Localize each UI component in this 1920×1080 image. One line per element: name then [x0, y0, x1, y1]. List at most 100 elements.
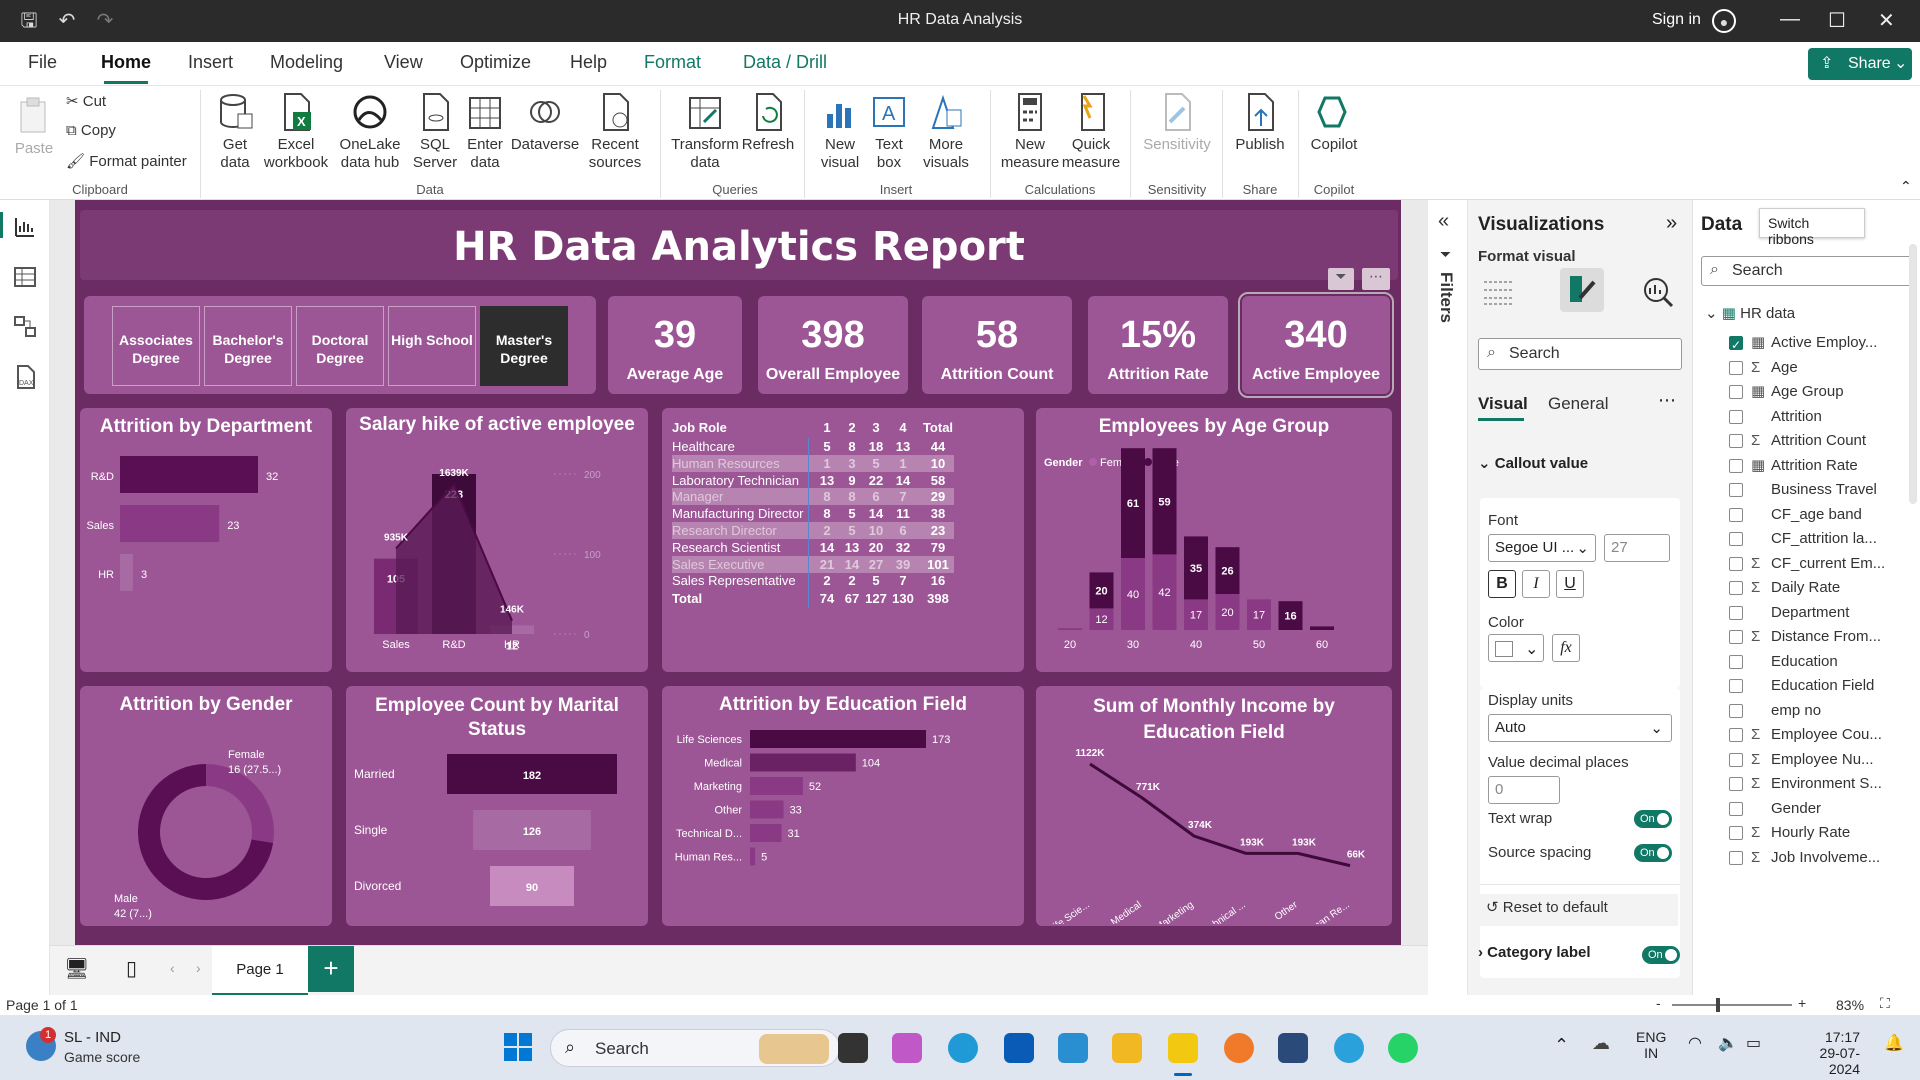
add-page-button[interactable]: +	[308, 946, 354, 992]
enter-data-button[interactable]: Enter data	[462, 92, 508, 172]
more-options-icon[interactable]: ⋯	[1658, 390, 1676, 411]
next-page-icon[interactable]: ›	[196, 960, 201, 976]
attrition-by-gender-card[interactable]: Attrition by Gender Female 16 (27.5...) Ma…	[80, 686, 332, 926]
field-item[interactable]: ▦ Active Employ...	[1729, 332, 1915, 356]
bold-button[interactable]: B	[1488, 570, 1516, 598]
language-indicator[interactable]: ENG IN	[1636, 1029, 1666, 1061]
jupyter-icon[interactable]	[1224, 1033, 1254, 1063]
wifi-icon[interactable]: ◠	[1688, 1033, 1702, 1053]
new-measure-button[interactable]: New measure	[1000, 92, 1060, 172]
callout-value-section[interactable]: ⌄ Callout value	[1478, 454, 1588, 472]
field-checkbox[interactable]	[1729, 434, 1743, 448]
italic-button[interactable]: I	[1522, 570, 1550, 598]
menu-view[interactable]: View	[384, 52, 423, 73]
field-checkbox[interactable]	[1729, 777, 1743, 791]
text-box-button[interactable]: A Text box	[866, 92, 912, 172]
more-visuals-button[interactable]: More visuals	[914, 92, 978, 172]
field-item[interactable]: Business Travel	[1729, 479, 1915, 501]
field-checkbox[interactable]	[1729, 581, 1743, 595]
matrix-header-cell[interactable]: 1	[817, 420, 837, 435]
paste-button[interactable]: Paste	[12, 96, 56, 158]
format-painter-button[interactable]: 🖌 Format painter	[66, 152, 187, 170]
field-checkbox[interactable]	[1729, 532, 1743, 546]
menu-help[interactable]: Help	[570, 52, 607, 73]
underline-button[interactable]: U	[1556, 570, 1584, 598]
publish-button[interactable]: Publish	[1230, 92, 1290, 154]
field-checkbox[interactable]	[1729, 556, 1743, 571]
display-units-select[interactable]: Auto ⌄	[1488, 714, 1672, 742]
field-item[interactable]: Education	[1729, 651, 1915, 673]
monthly-income-card[interactable]: Sum of Monthly Income by Education Field…	[1036, 686, 1392, 926]
attrition-by-department-card[interactable]: Attrition by Department R&D 32 Sales 23 HR 3	[80, 408, 332, 672]
zoom-slider[interactable]	[1672, 1004, 1792, 1006]
matrix-header-cell[interactable]: Total	[920, 420, 956, 435]
field-item[interactable]: CF_age band	[1729, 504, 1915, 526]
file-explorer-icon[interactable]	[1112, 1033, 1142, 1063]
field-item[interactable]: Gender	[1729, 798, 1915, 820]
kpi-card-average-age[interactable]: 39 Average Age	[608, 296, 742, 394]
job-role-matrix-card[interactable]: Job Role1234TotalHealthcare Representati…	[662, 408, 1024, 672]
color-picker[interactable]: ⌄	[1488, 634, 1544, 662]
field-item[interactable]: Σ CF_current Em...	[1729, 553, 1915, 575]
dax-query-view-icon[interactable]: DAX	[12, 364, 38, 390]
table-hr-data[interactable]: ⌄ ▦ HR data	[1705, 304, 1795, 322]
field-item[interactable]: CF_attrition la...	[1729, 528, 1915, 550]
quick-measure-button[interactable]: Quick measure	[1060, 92, 1122, 172]
category-label-section[interactable]: › Category label	[1478, 944, 1591, 961]
field-item[interactable]: Σ Employee Cou...	[1729, 724, 1915, 746]
more-options-icon[interactable]: ⋯	[1362, 268, 1390, 290]
power-bi-icon[interactable]	[1168, 1033, 1198, 1063]
field-checkbox[interactable]	[1729, 483, 1743, 497]
decimal-places-stepper[interactable]: 0	[1488, 776, 1560, 804]
close-icon[interactable]: ✕	[1878, 8, 1895, 33]
zoom-in-icon[interactable]: +	[1798, 995, 1806, 1011]
taskbar-search[interactable]: ⌕ Search	[550, 1029, 840, 1067]
get-data-button[interactable]: Get data	[210, 92, 260, 172]
matrix-header-cell[interactable]: Job Role	[672, 420, 812, 435]
field-checkbox[interactable]	[1729, 850, 1743, 865]
desktop-layout-icon[interactable]: 🖥	[64, 956, 89, 981]
field-checkbox[interactable]	[1729, 409, 1743, 424]
sign-in-link[interactable]: Sign in	[1652, 11, 1701, 29]
field-checkbox[interactable]	[1729, 728, 1743, 742]
field-checkbox[interactable]	[1729, 385, 1743, 399]
refresh-button[interactable]: Refresh	[740, 92, 796, 154]
excel-workbook-button[interactable]: X Excel workbook	[262, 92, 330, 172]
menu-format[interactable]: Format	[644, 52, 701, 73]
share-button[interactable]: ⇪ Share ⌄	[1808, 48, 1912, 80]
filters-strip[interactable]: « ⏷ Filters	[1428, 200, 1468, 995]
field-checkbox[interactable]	[1729, 605, 1743, 620]
field-checkbox[interactable]	[1729, 507, 1743, 522]
fit-to-page-icon[interactable]: ⛶	[1880, 995, 1890, 1012]
field-item[interactable]: Σ Age	[1729, 357, 1915, 379]
tab-general[interactable]: General	[1548, 394, 1608, 414]
copy-button[interactable]: ⧉ Copy	[66, 122, 116, 139]
matrix-header-cell[interactable]: 3	[864, 420, 888, 435]
field-item[interactable]: Σ Environment S...	[1729, 773, 1915, 795]
collapse-ribbon-icon[interactable]: ⌃	[1900, 178, 1912, 195]
tab-visual[interactable]: Visual	[1478, 394, 1528, 414]
field-checkbox[interactable]	[1729, 826, 1743, 840]
sensitivity-button[interactable]: Sensitivity	[1138, 92, 1216, 154]
whatsapp-icon[interactable]	[1388, 1033, 1418, 1063]
telegram-icon[interactable]	[1334, 1033, 1364, 1063]
recent-sources-button[interactable]: Recent sources	[584, 92, 646, 172]
field-item[interactable]: Attrition	[1729, 406, 1915, 428]
field-checkbox[interactable]	[1729, 679, 1743, 693]
clock[interactable]: 17:17 29-07-2024	[1794, 1029, 1860, 1077]
field-item[interactable]: Σ Daily Rate	[1729, 577, 1915, 599]
app-icon[interactable]	[1278, 1033, 1308, 1063]
kpi-card-overall-employee[interactable]: 398 Overall Employee	[758, 296, 908, 394]
previous-page-icon[interactable]: ‹	[170, 960, 175, 976]
field-checkbox[interactable]	[1729, 703, 1743, 718]
category-label-toggle[interactable]: On	[1642, 946, 1680, 964]
field-item[interactable]: Σ Attrition Count	[1729, 430, 1915, 452]
slicer-item-associates[interactable]: Associates Degree	[112, 306, 200, 386]
copilot-button[interactable]: Copilot	[1306, 92, 1362, 154]
matrix-header-cell[interactable]: 2	[842, 420, 862, 435]
expand-filters-icon[interactable]: «	[1438, 210, 1449, 233]
age-group-card[interactable]: Employees by Age Group GenderFemaleMale1…	[1036, 408, 1392, 672]
visual-search-input[interactable]: ⌕ Search	[1478, 338, 1682, 370]
reset-to-default-link[interactable]: ↺ Reset to default	[1478, 894, 1678, 926]
report-view-icon[interactable]	[12, 214, 38, 240]
